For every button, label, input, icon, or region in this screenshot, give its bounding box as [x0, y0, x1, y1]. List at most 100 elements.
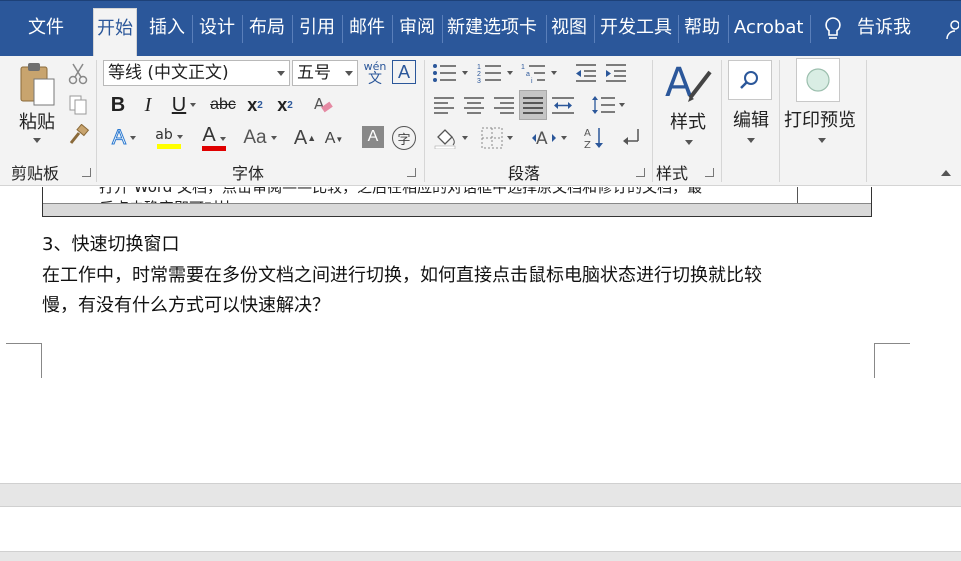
char-border-icon[interactable]: A — [392, 60, 416, 84]
bullets-icon[interactable] — [430, 60, 470, 86]
find-icon[interactable] — [728, 60, 772, 100]
section-heading: 3、快速切换窗口 — [42, 234, 180, 255]
tab-developer[interactable]: 开发工具 — [600, 13, 672, 43]
tab-insert[interactable]: 插入 — [149, 13, 185, 43]
svg-text:A: A — [536, 129, 548, 149]
share-person-icon[interactable] — [945, 17, 959, 41]
table-partial: 打开 Word 文档，点击审阅——比较，之后在相应的对话框中选择原文档和修订的文… — [42, 187, 872, 217]
italic-icon[interactable]: I — [136, 92, 160, 118]
editing-dropdown-icon[interactable] — [747, 138, 755, 143]
font-group-label: 字体 — [232, 164, 265, 183]
next-page[interactable] — [0, 507, 961, 551]
justify-icon[interactable] — [519, 90, 547, 120]
font-launcher-icon[interactable] — [407, 168, 416, 177]
align-center-icon[interactable] — [462, 92, 486, 118]
styles-group-label: 样式 — [656, 164, 689, 183]
paragraph-launcher-icon[interactable] — [636, 168, 645, 177]
enclose-char-icon[interactable]: 字 — [392, 126, 416, 150]
ribbon-panel: 粘贴 剪贴板 等线 (中文正文) 五号 wén 文 A B I U abc x2… — [0, 56, 961, 186]
sort-icon[interactable]: AZ — [582, 124, 608, 152]
tab-mailings[interactable]: 邮件 — [349, 13, 385, 43]
tab-view[interactable]: 视图 — [551, 13, 587, 43]
tab-file[interactable]: 文件 — [28, 13, 64, 43]
clipboard-launcher-icon[interactable] — [82, 168, 91, 177]
body-text-line1: 在工作中，时常需要在多份文档之间进行切换，如何直接点击鼠标电脑状态进行切换就比较 — [42, 265, 762, 286]
align-left-icon[interactable] — [432, 92, 456, 118]
highlight-color-swatch — [157, 143, 181, 149]
decrease-indent-icon[interactable] — [572, 60, 600, 86]
svg-text:2: 2 — [477, 71, 481, 78]
styles-icon[interactable]: A — [660, 58, 716, 106]
svg-text:i: i — [531, 78, 533, 83]
align-right-icon[interactable] — [492, 92, 516, 118]
highlight-color-button[interactable]: ab — [148, 122, 190, 152]
clipboard-group-label: 剪贴板 — [11, 164, 60, 183]
cut-icon[interactable] — [66, 60, 90, 88]
styles-dropdown-icon[interactable] — [685, 140, 693, 145]
table-cell-text-line1: 打开 Word 文档，点击审阅——比较，之后在相应的对话框中选择原文档和修订的文… — [99, 187, 703, 196]
print-preview-dropdown-icon[interactable] — [818, 138, 826, 143]
lightbulb-icon — [820, 15, 846, 43]
svg-text:Z: Z — [584, 140, 591, 150]
bold-icon[interactable]: B — [106, 92, 130, 118]
numbering-icon[interactable]: 123 — [475, 60, 515, 86]
borders-icon[interactable] — [476, 124, 518, 152]
tab-layout[interactable]: 布局 — [249, 13, 285, 43]
tab-references[interactable]: 引用 — [299, 13, 335, 43]
font-color-swatch — [202, 145, 226, 151]
copy-icon[interactable] — [66, 92, 90, 118]
distributed-icon[interactable] — [551, 92, 575, 118]
underline-icon[interactable]: U — [166, 92, 202, 118]
page-corner-mark-left — [6, 343, 42, 378]
shrink-font-icon[interactable]: A ▼ — [322, 126, 346, 152]
paste-button[interactable]: 粘贴 — [14, 108, 60, 134]
page-gap — [0, 483, 961, 507]
phonetic-guide-button[interactable]: wén 文 — [362, 58, 388, 88]
char-shading-icon[interactable]: A — [362, 126, 384, 148]
print-preview-button[interactable]: 打印预览 — [782, 106, 858, 132]
line-spacing-icon[interactable] — [588, 92, 628, 118]
paste-dropdown-icon[interactable] — [33, 138, 41, 143]
increase-indent-icon[interactable] — [602, 60, 630, 86]
document-page[interactable]: 打开 Word 文档，点击审阅——比较，之后在相应的对话框中选择原文档和修订的文… — [0, 187, 961, 483]
svg-text:A: A — [584, 128, 591, 139]
tell-me-search[interactable]: 告诉我 — [857, 13, 911, 43]
change-case-button[interactable]: Aa — [238, 124, 282, 152]
svg-text:3: 3 — [477, 78, 481, 83]
svg-text:a: a — [526, 71, 530, 78]
bottom-page-gap — [0, 551, 961, 561]
tab-help[interactable]: 帮助 — [684, 13, 720, 43]
font-size-combo[interactable]: 五号 — [292, 60, 358, 86]
font-color-button[interactable]: A — [194, 122, 234, 152]
body-text-line2: 慢，有没有什么方式可以快速解决？ — [42, 295, 330, 316]
paste-icon[interactable] — [14, 60, 60, 108]
tab-review[interactable]: 审阅 — [399, 13, 435, 43]
svg-text:1: 1 — [477, 64, 481, 71]
paragraph-group-label: 段落 — [508, 164, 541, 183]
ribbon-tab-bar: 文件 开始 插入 设计 布局 引用 邮件 审阅 新建选项卡 视图 开发工具 帮助… — [0, 0, 961, 57]
tab-design[interactable]: 设计 — [199, 13, 235, 43]
chinese-layout-icon[interactable]: A — [528, 124, 570, 152]
page-corner-mark-right — [874, 343, 910, 378]
superscript-icon[interactable]: x2 — [272, 92, 298, 118]
styles-launcher-icon[interactable] — [705, 168, 714, 177]
svg-text:1: 1 — [521, 64, 525, 71]
strikethrough-icon[interactable]: abc — [208, 92, 238, 118]
font-name-combo[interactable]: 等线 (中文正文) — [103, 60, 290, 86]
tab-acrobat[interactable]: Acrobat — [734, 13, 803, 43]
grow-font-icon[interactable]: A ▲ — [292, 124, 318, 152]
collapse-ribbon-icon[interactable] — [941, 170, 951, 176]
show-marks-icon[interactable] — [618, 124, 644, 152]
multilevel-list-icon[interactable]: 1ai — [519, 60, 559, 86]
svg-text:A: A — [665, 60, 693, 106]
clear-formatting-icon[interactable]: A — [310, 92, 336, 118]
styles-button[interactable]: 样式 — [660, 108, 716, 134]
editing-button[interactable]: 编辑 — [722, 106, 780, 132]
format-painter-icon[interactable] — [66, 122, 92, 148]
tab-home[interactable]: 开始 — [93, 8, 137, 57]
print-preview-icon[interactable] — [796, 58, 840, 102]
subscript-icon[interactable]: x2 — [242, 92, 268, 118]
tab-new[interactable]: 新建选项卡 — [447, 13, 537, 43]
shading-icon[interactable] — [430, 124, 472, 152]
text-effects-icon[interactable]: A — [104, 124, 144, 152]
